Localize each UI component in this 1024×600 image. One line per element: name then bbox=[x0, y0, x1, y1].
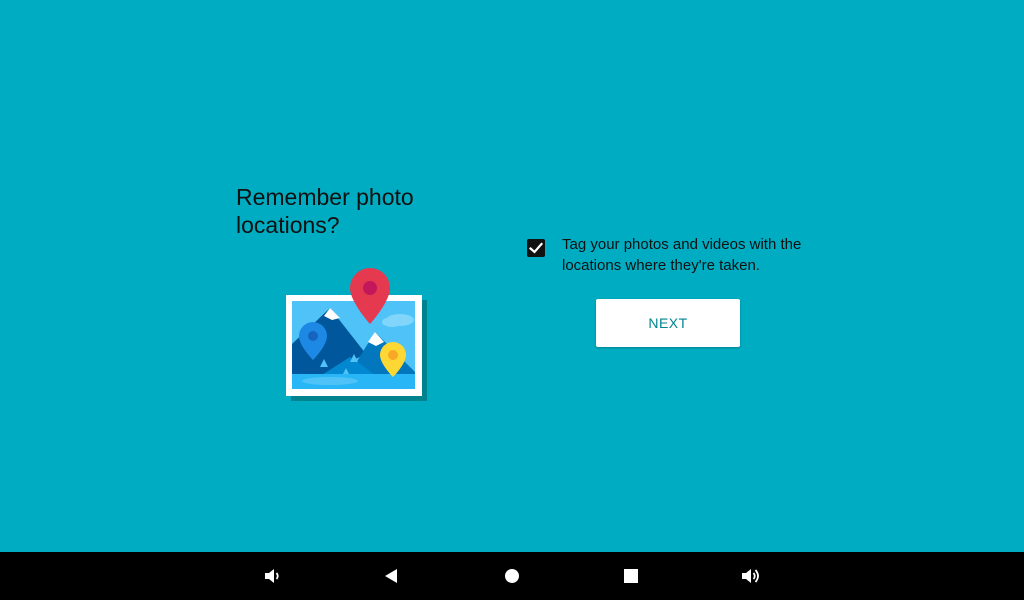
navigation-bar bbox=[0, 552, 1024, 600]
back-icon[interactable] bbox=[367, 552, 415, 600]
volume-down-icon[interactable] bbox=[248, 552, 296, 600]
screen: Remember photo locations? Tag your photo… bbox=[0, 0, 1024, 600]
location-tagging-description: Tag your photos and videos with the loca… bbox=[562, 236, 802, 274]
setup-page: Remember photo locations? Tag your photo… bbox=[0, 0, 1024, 552]
location-tagging-option[interactable]: Tag your photos and videos with the loca… bbox=[527, 234, 827, 278]
next-button[interactable]: NEXT bbox=[596, 299, 740, 347]
page-title: Remember photo locations? bbox=[236, 184, 414, 238]
recents-icon[interactable] bbox=[607, 552, 655, 600]
location-tagging-checkbox[interactable] bbox=[527, 239, 545, 257]
volume-up-icon[interactable] bbox=[727, 552, 775, 600]
check-icon bbox=[528, 242, 544, 254]
photo-location-illustration bbox=[280, 262, 440, 407]
home-icon[interactable] bbox=[488, 552, 536, 600]
